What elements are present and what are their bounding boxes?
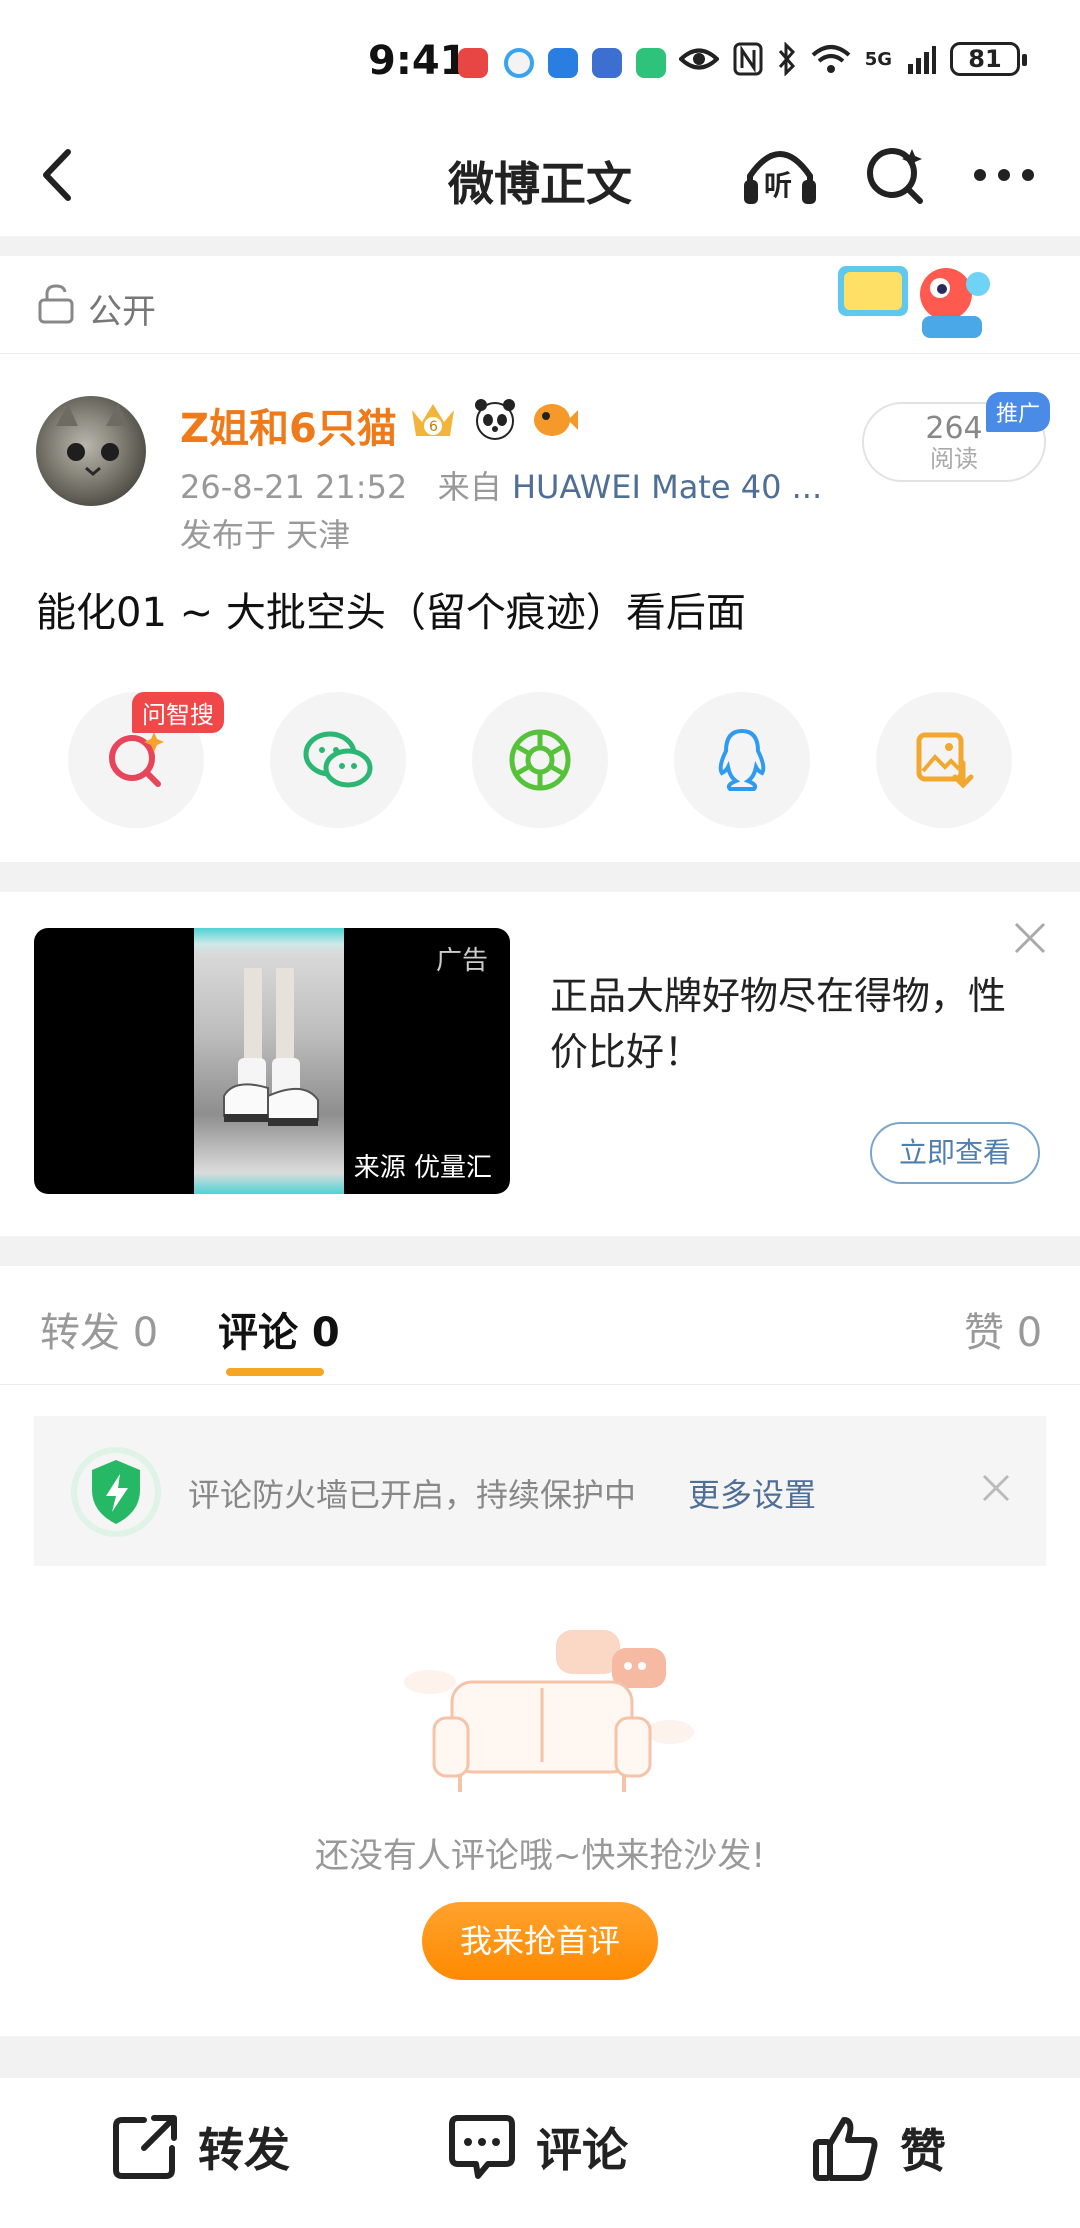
bottom-repost-label: 转发 <box>198 2123 290 2177</box>
section-divider <box>0 862 1080 892</box>
share-moments-button[interactable] <box>472 692 608 828</box>
username[interactable]: Z姐和6只猫 <box>180 396 397 454</box>
save-image-icon <box>916 732 974 789</box>
app-notification-icon <box>592 48 622 78</box>
signal-icon <box>908 46 936 74</box>
shield-icon <box>71 1447 161 1537</box>
ad-media[interactable]: 广告 来源 优量汇 <box>34 928 510 1194</box>
tab-comment[interactable]: 评论 0 <box>218 1300 340 1358</box>
app-notification-icon <box>458 48 488 78</box>
user-badges: 6 <box>406 396 580 442</box>
bottom-repost-button[interactable]: 转发 <box>110 2112 290 2182</box>
section-divider <box>0 1236 1080 1266</box>
network-type: 5G <box>864 48 892 70</box>
tab-active-indicator <box>226 1368 324 1376</box>
thumbs-up-icon <box>813 2117 878 2181</box>
app-notification-icon <box>504 48 534 78</box>
pufferfish-icon <box>534 404 578 436</box>
ad-label: 广告 <box>435 946 488 976</box>
tab-like[interactable]: 赞 0 <box>964 1300 1042 1358</box>
ad-source: 来源 优量汇 <box>353 1153 492 1183</box>
bottom-comment-label: 评论 <box>536 2123 628 2177</box>
close-icon <box>1014 922 1046 954</box>
first-comment-button[interactable]: 我来抢首评 <box>422 1902 658 1980</box>
more-settings-link[interactable]: 更多设置 <box>688 1470 816 1516</box>
ai-search-button[interactable] <box>856 140 936 210</box>
panda-icon <box>475 399 515 440</box>
ad-title[interactable]: 正品大牌好物尽在得物，性价比好！ <box>550 968 1010 1080</box>
bottom-like-label: 赞 <box>900 2124 946 2178</box>
battery-indicator: 81 <box>950 42 1027 76</box>
bluetooth-icon <box>778 42 795 76</box>
promo-tag: 推广 <box>986 392 1051 432</box>
more-options-button[interactable] <box>964 140 1044 210</box>
app-notification-icon <box>636 48 666 78</box>
close-icon <box>982 1474 1010 1502</box>
search-ai-icon <box>109 732 164 787</box>
post-timestamp: 26-8-21 21:52 <box>180 468 408 506</box>
listen-label: 听 <box>764 169 793 202</box>
tab-repost[interactable]: 转发 0 <box>40 1300 158 1358</box>
wechat-icon <box>303 731 373 788</box>
comment-icon <box>449 2115 515 2179</box>
more-dots-icon <box>974 169 1034 181</box>
post-meta: 26-8-21 21:52 来自 HUAWEI Mate 40 ... <box>180 462 822 508</box>
nfc-icon <box>733 42 763 76</box>
section-divider <box>0 236 1080 256</box>
read-label: 阅读 <box>930 445 978 473</box>
avatar[interactable] <box>36 396 146 506</box>
event-badge-icon <box>838 266 990 338</box>
tab-divider <box>0 1384 1080 1385</box>
share-qq-button[interactable] <box>674 692 810 828</box>
share-wechat-button[interactable] <box>270 692 406 828</box>
repost-icon <box>113 2115 177 2179</box>
comment-firewall-notice: 评论防火墙已开启，持续保护中 更多设置 <box>34 1416 1046 1566</box>
listen-button[interactable]: 听 <box>740 140 820 210</box>
notice-close-button[interactable] <box>978 1470 1018 1510</box>
ai-search-icon <box>867 148 923 204</box>
ai-search-badge: 问智搜 <box>132 692 224 733</box>
status-time: 9:41 <box>368 38 468 84</box>
post-location: 发布于 天津 <box>180 516 351 554</box>
ad-product-image <box>194 928 344 1194</box>
sneaker-image <box>223 968 319 1126</box>
moments-icon <box>509 729 571 791</box>
lock-open-icon <box>38 284 74 324</box>
status-indicators: 5G 81 <box>678 42 1027 76</box>
section-divider <box>0 2036 1080 2078</box>
empty-comments-text: 还没有人评论哦~快来抢沙发! <box>314 1836 766 1876</box>
wifi-icon <box>811 45 851 73</box>
ad-view-button[interactable]: 立即查看 <box>870 1122 1040 1184</box>
status-bar: 9:41 5G 81 <box>0 0 1080 120</box>
ad-close-button[interactable] <box>1010 918 1054 962</box>
post-text: 能化01 ~ 大批空头（留个痕迹）看后面 <box>36 590 746 636</box>
app-notification-icon <box>548 48 578 78</box>
post-source-prefix: 来自 <box>437 468 502 506</box>
empty-sofa-illustration <box>390 1622 710 1802</box>
post-device[interactable]: HUAWEI Mate 40 ... <box>512 468 822 506</box>
qq-icon <box>718 728 766 791</box>
event-badge-illustration[interactable] <box>836 258 1006 344</box>
bottom-like-button[interactable]: 赞 <box>810 2112 946 2184</box>
sofa-icon <box>404 1630 694 1792</box>
svg-text:6: 6 <box>429 419 438 435</box>
share-save-image-button[interactable] <box>876 692 1012 828</box>
vip-crown-icon: 6 <box>412 404 454 436</box>
cat-avatar-image <box>56 404 128 476</box>
visibility-label: 公开 <box>88 292 156 332</box>
bottom-comment-button[interactable]: 评论 <box>446 2112 628 2182</box>
eye-icon <box>678 48 719 70</box>
firewall-notice-text: 评论防火墙已开启，持续保护中 <box>188 1476 637 1514</box>
